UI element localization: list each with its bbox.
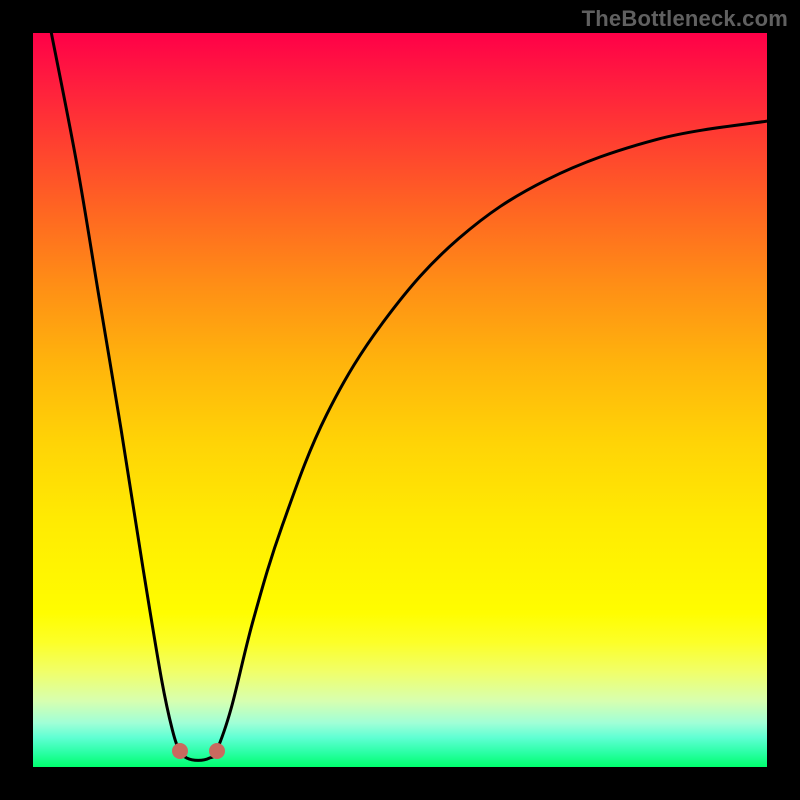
bottleneck-curve [33,33,767,767]
attribution-label: TheBottleneck.com [582,6,788,32]
chart-frame: TheBottleneck.com [0,0,800,800]
plot-area [33,33,767,767]
